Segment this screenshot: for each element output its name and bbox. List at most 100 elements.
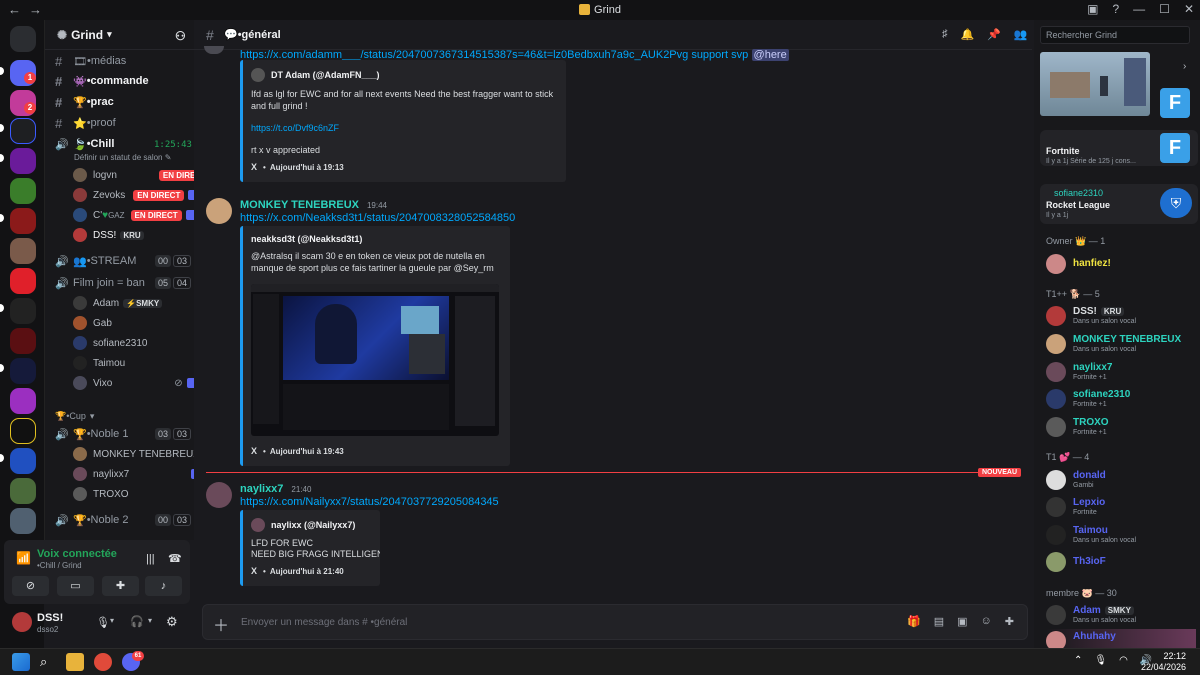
stream-preview[interactable] — [1040, 52, 1150, 116]
apps-icon[interactable]: ✚ — [1005, 615, 1014, 628]
server-header[interactable]: ✺ Grind ▾ ⚇ — [45, 20, 194, 50]
direct-messages-icon[interactable] — [10, 26, 36, 52]
member-item[interactable]: TROXO Fortnite +1 — [1046, 415, 1196, 441]
avatar[interactable] — [204, 46, 224, 54]
server-icon[interactable] — [10, 238, 36, 264]
message-composer[interactable]: ＋ Envoyer un message dans # •général 🎁 ▤… — [202, 604, 1028, 640]
embed-link[interactable]: https://t.co/Dvf9c6nZF — [251, 122, 339, 134]
server-icon[interactable] — [10, 358, 36, 384]
gift-icon[interactable]: 🎁 — [907, 615, 921, 628]
chevron-down-icon[interactable]: ▾ — [110, 616, 114, 625]
server-icon[interactable] — [10, 508, 36, 534]
member-item[interactable]: Adam SMKY Dans un salon vocal — [1046, 603, 1196, 629]
settings-gear-icon[interactable]: ⚙ — [166, 614, 178, 630]
minimize-button[interactable]: — — [1133, 2, 1145, 16]
activity-card[interactable]: sofiane2310 Rocket League Il y a 1j ⛨ — [1040, 184, 1198, 224]
channel-medias[interactable]: # 🎞 •médias — [55, 52, 126, 70]
windows-start-icon[interactable] — [12, 653, 30, 671]
soundboard-button[interactable]: ♪ — [145, 576, 182, 596]
search-input[interactable]: Rechercher Grind — [1040, 26, 1190, 44]
inbox-icon[interactable]: ▣ — [1087, 2, 1098, 16]
member-item[interactable]: Th3ioF — [1046, 550, 1196, 576]
headphones-icon[interactable]: 🎧 — [130, 615, 144, 628]
member-item[interactable]: donald Gambi — [1046, 468, 1196, 494]
server-icon[interactable] — [10, 448, 36, 474]
server-icon[interactable] — [10, 178, 36, 204]
sticker-icon[interactable]: ▣ — [957, 615, 967, 628]
activity-card[interactable]: Fortnite Il y a 1j Série de 125 j cons..… — [1040, 130, 1198, 166]
server-icon[interactable] — [10, 118, 36, 144]
voice-member[interactable]: logvnEN DIRECT — [73, 166, 194, 184]
voice-member[interactable]: DSS! KRU — [73, 226, 144, 244]
member-item[interactable]: hanfiez! — [1046, 252, 1196, 278]
voice-member[interactable]: TROXO — [73, 485, 194, 503]
voice-channel-noble-1[interactable]: 🔊 🏆 •Noble 1 03 03 — [55, 425, 192, 443]
channel-status-hint[interactable]: Définir un statut de salon ✎ — [74, 153, 171, 162]
channel-proof[interactable]: # ⭐ •proof — [55, 114, 116, 132]
avatar[interactable] — [12, 612, 32, 632]
channel-prac[interactable]: # 🏆 •prac — [55, 93, 114, 111]
member-list-icon[interactable]: 👥 — [1014, 28, 1028, 41]
invite-people-icon[interactable]: ⚇ — [175, 29, 186, 43]
add-attachment-icon[interactable]: ＋ — [213, 612, 229, 636]
pin-icon[interactable]: 📌 — [987, 28, 1001, 41]
embed-author[interactable]: naylixx (@Nailyxx7) — [251, 518, 355, 532]
message-input[interactable]: Envoyer un message dans # •général — [241, 617, 407, 628]
voice-member[interactable]: Taimou — [73, 354, 125, 372]
voice-member[interactable]: Zevoks EN DIRECT — [73, 186, 194, 204]
camera-button[interactable]: ⊘ — [12, 576, 49, 596]
server-icon[interactable] — [10, 148, 36, 174]
microphone-icon[interactable]: 🎙 — [1094, 655, 1107, 666]
member-item[interactable]: sofiane2310 Fortnite +1 — [1046, 387, 1196, 413]
server-icon[interactable] — [10, 268, 36, 294]
server-icon[interactable] — [10, 418, 36, 444]
activities-button[interactable]: ✚ — [102, 576, 139, 596]
voice-channel-chill[interactable]: 🔊 🍃 •Chill — [55, 135, 114, 153]
notification-bell-icon[interactable]: 🔔 — [961, 28, 975, 41]
chevron-right-icon[interactable]: › — [1183, 61, 1186, 72]
member-item[interactable]: MONKEY TENEBREUX Dans un salon vocal — [1046, 332, 1196, 358]
voice-member[interactable]: Vixo ⊘ — [73, 374, 194, 392]
category-cup[interactable]: 🏆 •Cup ▾ — [55, 407, 94, 425]
file-explorer-icon[interactable] — [66, 653, 84, 671]
channel-commande[interactable]: # 👾 •commande — [55, 72, 149, 90]
voice-member[interactable]: sofiane2310 — [73, 334, 194, 352]
mention[interactable]: @here — [751, 49, 789, 61]
member-item[interactable]: Ahuhahy — [1046, 629, 1196, 648]
help-icon[interactable]: ? — [1112, 2, 1119, 16]
chrome-icon[interactable] — [94, 653, 112, 671]
embed-author[interactable]: neakksd3t (@Neakksd3t1) — [251, 234, 362, 244]
embed-image[interactable] — [251, 284, 499, 436]
emoji-icon[interactable]: ☺ — [981, 615, 992, 628]
message-author[interactable]: naylixx7 21:40 — [240, 483, 311, 495]
message-author[interactable]: MONKEY TENEBREUX 19:44 — [240, 199, 387, 211]
screen-share-button[interactable]: ▭ — [57, 576, 94, 596]
member-item[interactable]: Lepxio Fortnite — [1046, 495, 1196, 521]
voice-member[interactable]: C' ♥ GAZ EN DIRECT — [73, 206, 194, 224]
voice-member[interactable]: MONKEY TENEBREUX — [73, 445, 194, 463]
threads-icon[interactable]: ♯ — [942, 28, 948, 41]
server-icon[interactable] — [10, 298, 36, 324]
voice-channel-stream[interactable]: 🔊 👥 •STREAM 00 03 — [55, 252, 192, 270]
member-item[interactable]: naylixx7 Fortnite +1 — [1046, 360, 1196, 386]
voice-channel-film[interactable]: 🔊 Film join = ban 05 04 — [55, 274, 192, 292]
server-icon[interactable] — [10, 208, 36, 234]
voice-member[interactable]: Gab — [73, 314, 194, 332]
maximize-button[interactable]: ☐ — [1159, 2, 1170, 16]
voice-channel-noble-2[interactable]: 🔊 🏆 •Noble 2 00 03 — [55, 511, 192, 529]
server-icon[interactable] — [10, 328, 36, 354]
gif-icon[interactable]: ▤ — [934, 615, 944, 628]
search-icon[interactable]: ⌕ — [40, 654, 47, 670]
wifi-icon[interactable]: ◠ — [1119, 655, 1128, 666]
close-button[interactable]: ✕ — [1184, 2, 1194, 16]
server-icon[interactable] — [10, 478, 36, 504]
message-link[interactable]: https://x.com/Neakksd3t1/status/20470083… — [240, 212, 515, 224]
server-icon[interactable] — [10, 388, 36, 414]
chevron-up-icon[interactable]: ⌃ — [1074, 655, 1082, 666]
disconnect-icon[interactable]: ☎ — [168, 552, 182, 565]
embed-author[interactable]: DT Adam (@AdamFN___) — [251, 68, 379, 82]
system-clock[interactable]: 22:12 22/04/2026 — [1141, 651, 1186, 673]
avatar[interactable] — [206, 198, 232, 224]
member-item[interactable]: DSS! KRU Dans un salon vocal — [1046, 304, 1196, 330]
member-item[interactable]: Taimou Dans un salon vocal — [1046, 523, 1196, 549]
